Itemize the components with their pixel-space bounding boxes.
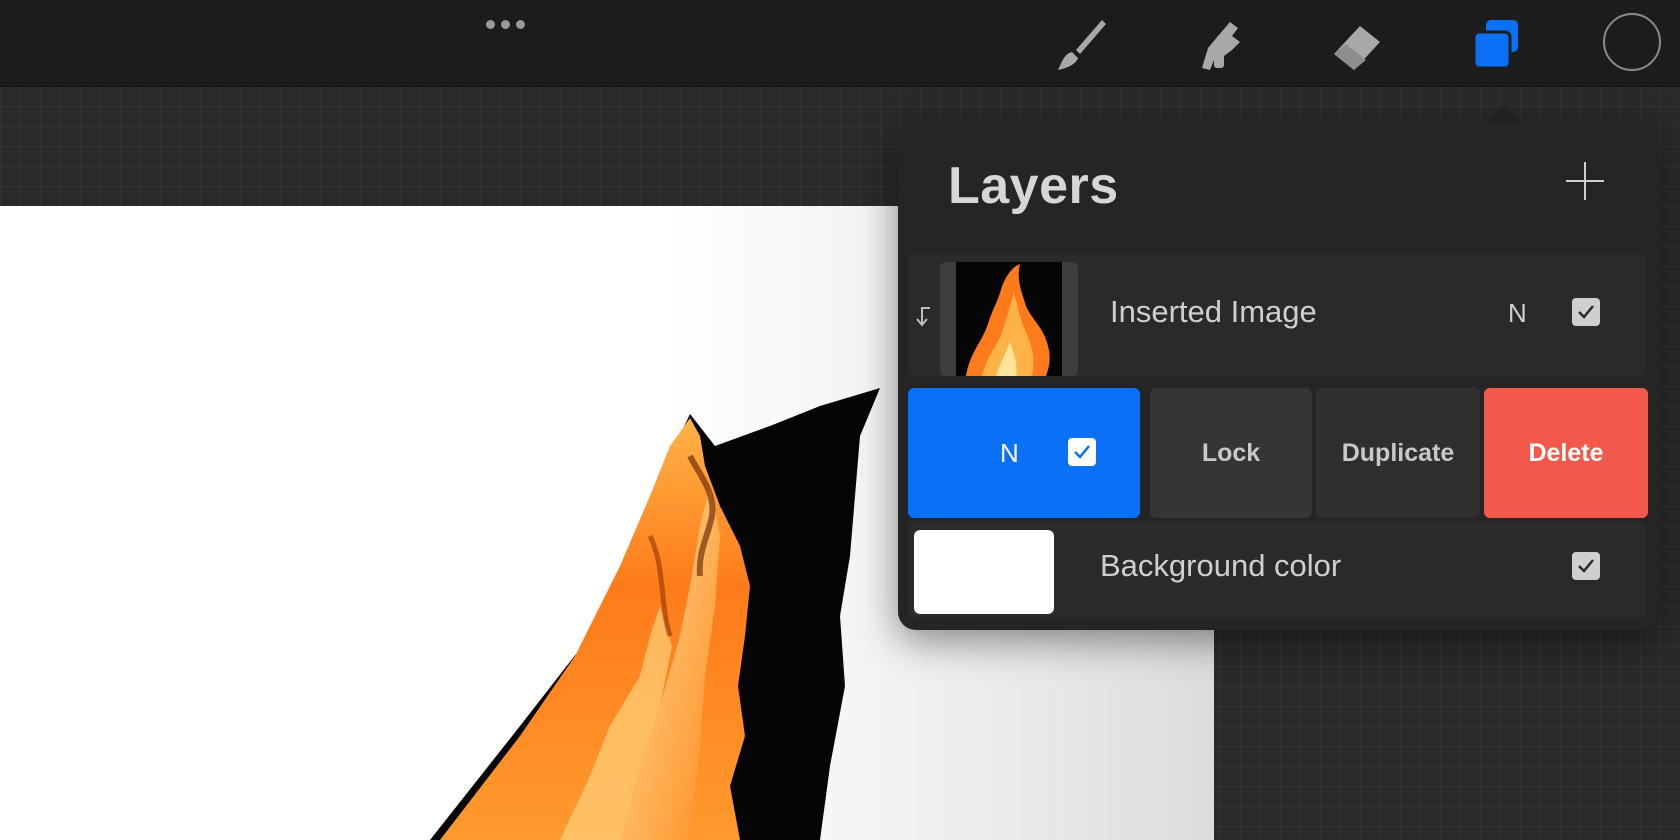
visibility-checkbox[interactable] xyxy=(1572,552,1600,580)
delete-button[interactable]: Delete xyxy=(1484,388,1648,518)
selected-layer[interactable]: N xyxy=(908,388,1140,518)
blend-mode-button[interactable]: N xyxy=(1000,438,1019,469)
check-icon xyxy=(1578,305,1594,319)
layers-panel: Layers Inserted Image N N Lock Duplicate… xyxy=(898,122,1658,630)
check-icon xyxy=(1074,445,1090,459)
fire-image-icon xyxy=(956,262,1062,376)
layer-row-swiped: N Lock Duplicate Delete xyxy=(908,388,1648,518)
eraser-icon[interactable] xyxy=(1326,14,1388,76)
layer-thumbnail[interactable] xyxy=(940,262,1078,376)
layer-name: Background color xyxy=(1100,548,1342,583)
brush-icon[interactable] xyxy=(1050,14,1112,76)
panel-pointer xyxy=(1483,104,1523,124)
smudge-icon[interactable] xyxy=(1188,14,1250,76)
blend-mode-button[interactable]: N xyxy=(1508,298,1527,329)
visibility-checkbox[interactable] xyxy=(1572,298,1600,326)
color-picker-swatch[interactable] xyxy=(1603,13,1661,71)
layer-row-background-color[interactable]: Background color xyxy=(908,522,1646,618)
visibility-checkbox[interactable] xyxy=(1068,438,1096,466)
layer-row-inserted-image[interactable]: Inserted Image N xyxy=(908,254,1646,376)
duplicate-button[interactable]: Duplicate xyxy=(1316,388,1480,518)
background-color-swatch[interactable] xyxy=(914,530,1054,614)
lock-button[interactable]: Lock xyxy=(1150,388,1312,518)
clipping-mask-icon xyxy=(916,307,930,327)
procreate-app: Layers Inserted Image N N Lock Duplicate… xyxy=(0,0,1680,840)
check-icon xyxy=(1578,559,1594,573)
plus-icon[interactable] xyxy=(1562,158,1608,204)
panel-title: Layers xyxy=(948,157,1119,215)
layers-icon[interactable] xyxy=(1464,14,1526,76)
top-toolbar xyxy=(0,0,1680,87)
layer-name: Inserted Image xyxy=(1110,294,1317,329)
more-dots-icon[interactable] xyxy=(480,14,530,34)
